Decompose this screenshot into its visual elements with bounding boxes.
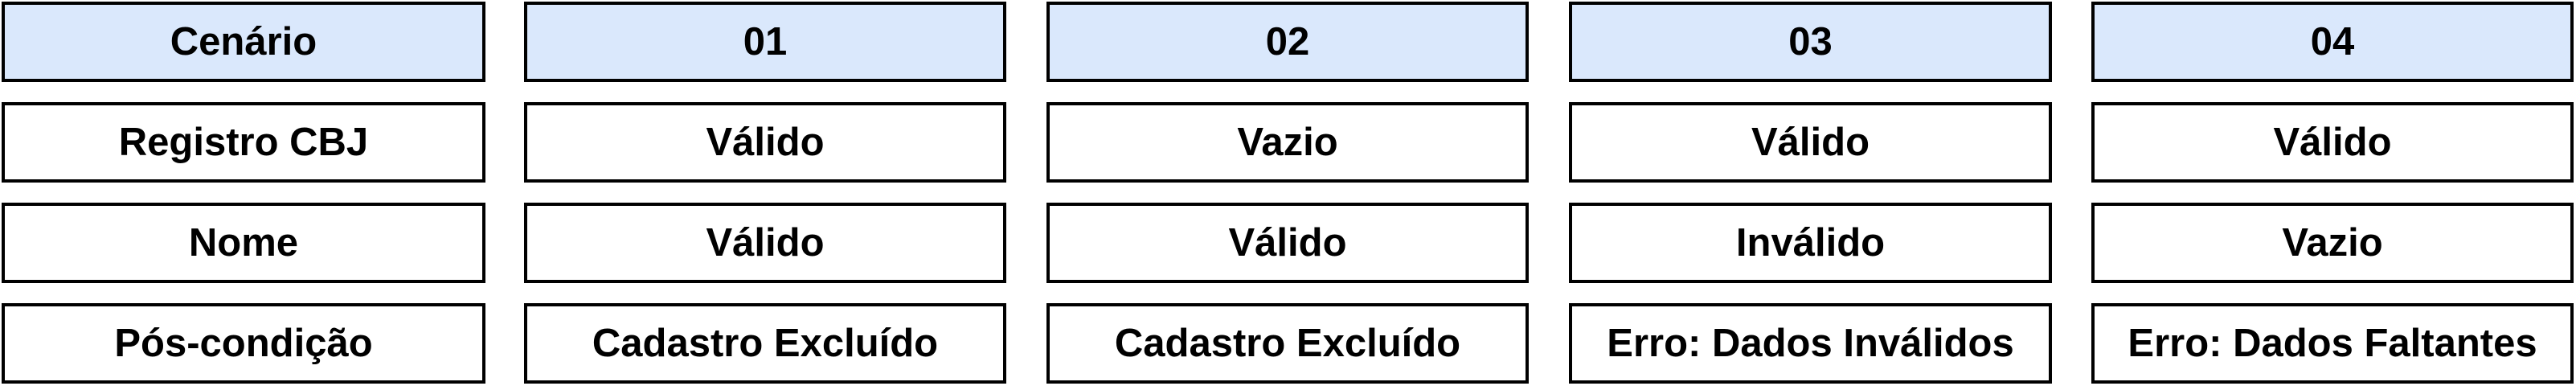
table-cell: Cadastro Excluído	[524, 303, 1006, 384]
table-cell: Erro: Dados Faltantes	[2091, 303, 2574, 384]
table-cell: Válido	[1046, 203, 1529, 283]
table-cell: Válido	[2091, 102, 2574, 183]
table-cell: Inválido	[1569, 203, 2052, 283]
row-label-nome: Nome	[2, 203, 485, 283]
table-cell: Vazio	[1046, 102, 1529, 183]
row-label-registro-cbj: Registro CBJ	[2, 102, 485, 183]
header-cell-01: 01	[524, 2, 1006, 82]
header-cell-02: 02	[1046, 2, 1529, 82]
table-cell: Válido	[524, 102, 1006, 183]
header-cell-scenario: Cenário	[2, 2, 485, 82]
row-label-pos-condicao: Pós-condição	[2, 303, 485, 384]
table-cell: Vazio	[2091, 203, 2574, 283]
header-cell-03: 03	[1569, 2, 2052, 82]
header-cell-04: 04	[2091, 2, 2574, 82]
table-cell: Válido	[524, 203, 1006, 283]
scenario-table: Cenário 01 02 03 04 Registro CBJ Válido …	[0, 0, 2576, 386]
table-cell: Cadastro Excluído	[1046, 303, 1529, 384]
table-cell: Válido	[1569, 102, 2052, 183]
table-cell: Erro: Dados Inválidos	[1569, 303, 2052, 384]
